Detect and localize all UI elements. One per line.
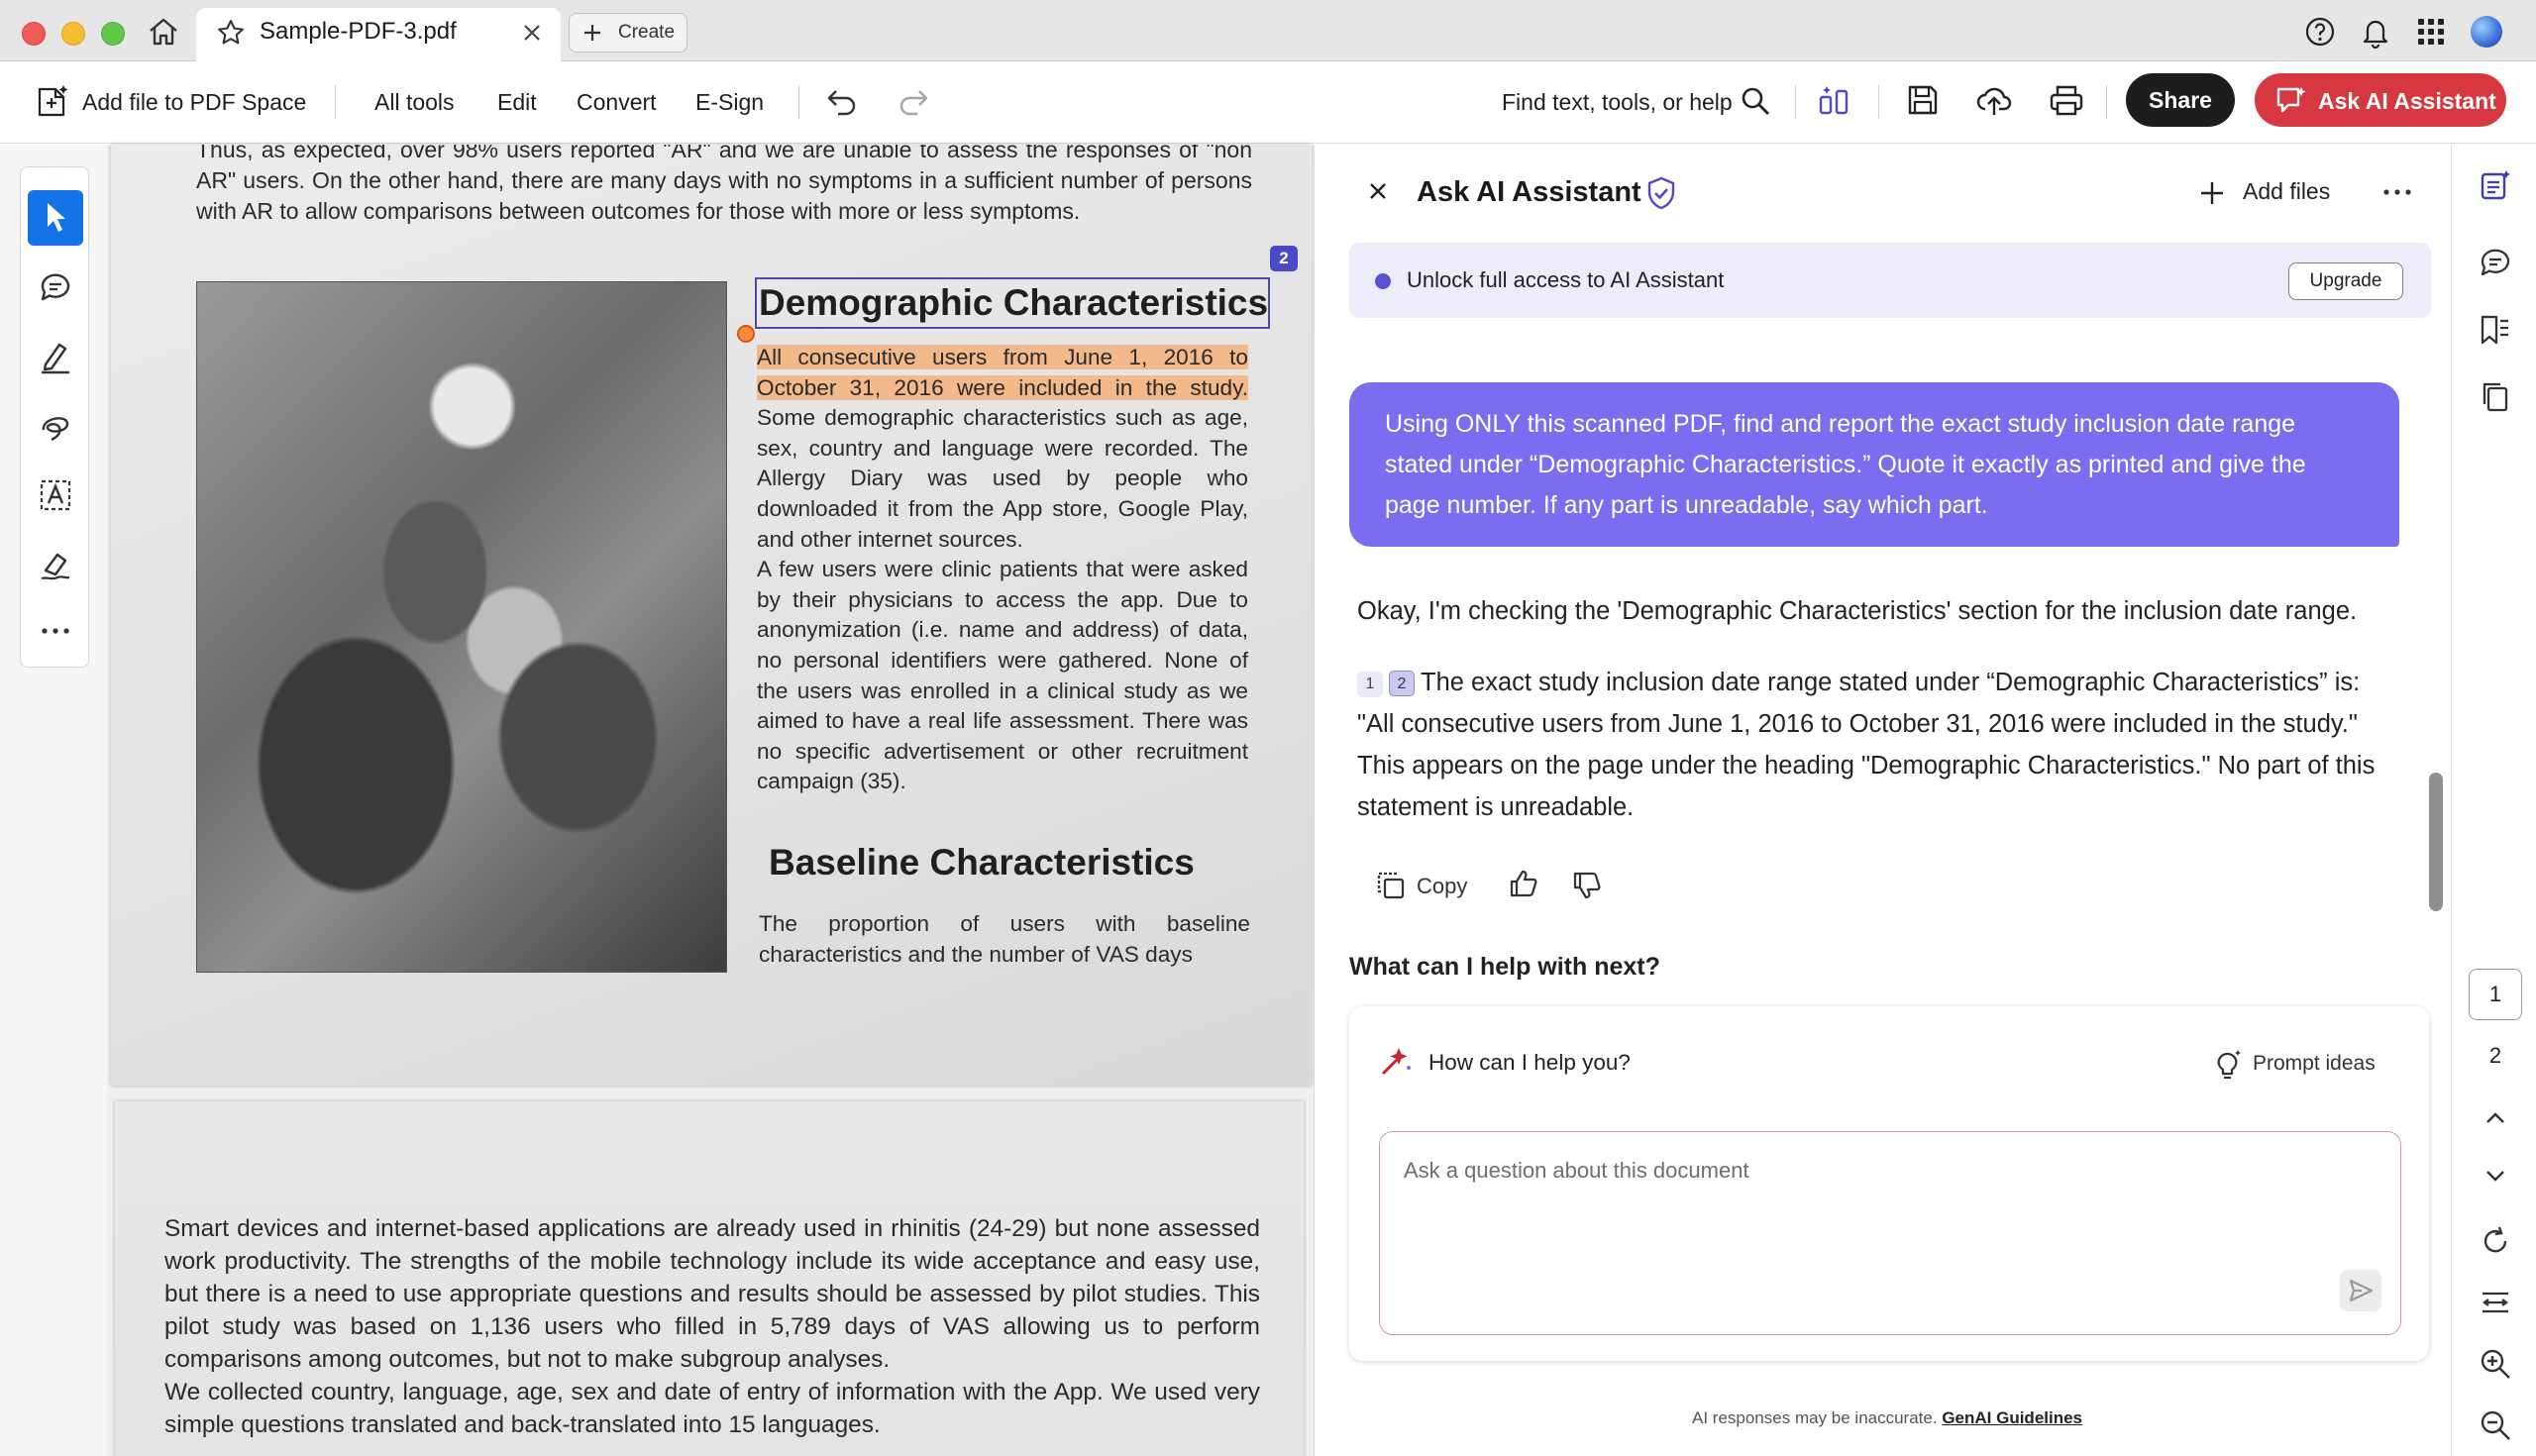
- toolbar-divider: [798, 85, 799, 119]
- page-number-current[interactable]: 1: [2469, 969, 2522, 1020]
- toolbar-divider: [1795, 85, 1796, 119]
- help-next-heading: What can I help with next?: [1349, 953, 1660, 981]
- heading-demographic-characteristics[interactable]: Demographic Characteristics: [755, 277, 1270, 329]
- highlighted-inclusion-sentence[interactable]: All consecutive users from June 1, 2016 …: [757, 345, 1248, 400]
- all-tools-menu[interactable]: All tools: [374, 89, 455, 116]
- comment-icon[interactable]: [38, 269, 73, 305]
- how-can-i-help-label: How can I help you?: [1428, 1050, 1631, 1075]
- print-icon[interactable]: [2049, 83, 2084, 117]
- citation-badge[interactable]: 2: [1270, 246, 1298, 271]
- convert-menu[interactable]: Convert: [577, 89, 657, 116]
- citation-2[interactable]: 2: [1389, 671, 1415, 696]
- compare-ai-icon[interactable]: [1817, 83, 1852, 119]
- cursor-icon: [48, 203, 65, 232]
- edit-menu[interactable]: Edit: [497, 89, 537, 116]
- save-icon[interactable]: [1906, 83, 1940, 117]
- page-number-total: 2: [2488, 1043, 2502, 1068]
- shield-check-icon[interactable]: [1646, 176, 1676, 210]
- highlight-pen-icon[interactable]: [38, 339, 73, 374]
- prompt-ideas-button[interactable]: Prompt ideas: [2253, 1052, 2376, 1076]
- avatar[interactable]: [2471, 16, 2502, 48]
- draw-freehand-icon[interactable]: [38, 408, 73, 444]
- ai-response-body: 1 2 The exact study inclusion date range s…: [1357, 662, 2393, 828]
- pages-thumbnails-icon[interactable]: [2479, 380, 2512, 414]
- home-icon[interactable]: [147, 16, 180, 48]
- ask-ai-assistant-label: Ask AI Assistant: [2318, 88, 2496, 114]
- help-icon[interactable]: [2304, 16, 2336, 48]
- ai-response-intro: Okay, I'm checking the 'Demographic Char…: [1357, 597, 2358, 625]
- ai-panel-title: Ask AI Assistant: [1417, 176, 1641, 208]
- search-icon[interactable]: [1740, 85, 1771, 117]
- close-tab-icon[interactable]: [521, 22, 543, 44]
- add-files-button[interactable]: Add files: [2243, 178, 2330, 205]
- redo-icon[interactable]: [896, 85, 931, 117]
- toolbar-divider: [2106, 85, 2107, 119]
- sign-icon[interactable]: [38, 547, 73, 582]
- ai-summary-icon[interactable]: [2479, 168, 2512, 202]
- apps-grid-icon[interactable]: [2417, 18, 2445, 46]
- add-file-icon: [38, 85, 68, 117]
- thumbs-up-icon[interactable]: [1508, 868, 1539, 899]
- banner-dot-icon: [1375, 273, 1391, 289]
- genai-guidelines-link[interactable]: GenAI Guidelines: [1942, 1408, 2082, 1427]
- chat-scrollbar-thumb[interactable]: [2429, 773, 2443, 911]
- share-button[interactable]: Share: [2126, 73, 2235, 127]
- baseline-paragraph: The proportion of users with baseline ch…: [759, 911, 1250, 967]
- minimize-window-button[interactable]: [61, 22, 85, 46]
- more-tools-icon[interactable]: [38, 616, 73, 646]
- disclaimer-text: AI responses may be inaccurate.: [1692, 1408, 1938, 1427]
- fit-page-icon[interactable]: [2479, 1286, 2512, 1319]
- demographic-text-2: A few users were clinic patients that we…: [757, 557, 1248, 794]
- more-options-icon[interactable]: [2381, 182, 2413, 202]
- banner-text: Unlock full access to AI Assistant: [1407, 267, 1725, 292]
- toolbar-divider: [335, 85, 336, 119]
- create-label: Create: [618, 22, 676, 43]
- document-paragraph-top: Thus, as expected, over 98% users report…: [196, 137, 1252, 224]
- demographic-paragraph: All consecutive users from June 1, 2016 …: [757, 343, 1248, 797]
- copy-button[interactable]: Copy: [1417, 874, 1467, 899]
- tab-title: Sample-PDF-3.pdf: [260, 18, 457, 45]
- copy-icon[interactable]: [1375, 870, 1407, 901]
- maximize-window-button[interactable]: [101, 22, 125, 46]
- undo-icon[interactable]: [824, 85, 860, 117]
- text-box-icon[interactable]: [38, 477, 73, 513]
- search-button[interactable]: Find text, tools, or help: [1502, 89, 1733, 116]
- document-paragraph-bottom: Smart devices and internet-based applica…: [164, 1212, 1260, 1441]
- bell-icon[interactable]: [2360, 15, 2391, 49]
- citation-1[interactable]: 1: [1357, 672, 1383, 697]
- bookmarks-icon[interactable]: [2479, 313, 2512, 347]
- upgrade-button[interactable]: Upgrade: [2288, 262, 2403, 300]
- star-icon[interactable]: [216, 18, 246, 48]
- ai-response-text: The exact study inclusion date range sta…: [1357, 669, 2376, 821]
- chevron-up-icon[interactable]: [2479, 1101, 2512, 1135]
- close-panel-icon[interactable]: [1367, 180, 1389, 202]
- document-photo: [196, 281, 727, 973]
- disclaimer: AI responses may be inaccurate. GenAI Gu…: [1692, 1408, 2082, 1428]
- selection-handle[interactable]: [737, 325, 755, 343]
- user-message-text: Using ONLY this scanned PDF, find and re…: [1385, 410, 2306, 519]
- esign-menu[interactable]: E-Sign: [695, 89, 764, 116]
- plus-icon: [584, 25, 600, 41]
- sparkle-wand-icon: [1381, 1048, 1411, 1076]
- add-file-to-pdf-space-button[interactable]: Add file to PDF Space: [82, 89, 306, 116]
- demographic-text: Some demographic characteristics such as…: [757, 405, 1248, 552]
- chevron-down-icon[interactable]: [2479, 1159, 2512, 1193]
- comments-panel-icon[interactable]: [2479, 246, 2512, 279]
- zoom-in-icon[interactable]: [2479, 1347, 2512, 1381]
- ai-chat-icon: [2276, 87, 2306, 113]
- thumbs-down-icon[interactable]: [1571, 870, 1603, 901]
- rotate-icon[interactable]: [2479, 1224, 2512, 1258]
- lightbulb-icon[interactable]: [2213, 1048, 2243, 1080]
- bottom-paragraph-1: Smart devices and internet-based applica…: [164, 1215, 1260, 1373]
- bottom-paragraph-2: We collected country, language, age, sex…: [164, 1379, 1260, 1438]
- toolbar-divider: [1878, 85, 1879, 119]
- cloud-upload-icon[interactable]: [1975, 83, 2013, 117]
- ask-question-input[interactable]: [1379, 1131, 2401, 1335]
- add-files-icon: [2201, 182, 2223, 204]
- close-window-button[interactable]: [22, 22, 46, 46]
- heading-baseline-characteristics: Baseline Characteristics: [769, 842, 1195, 883]
- zoom-out-icon[interactable]: [2479, 1408, 2512, 1442]
- send-icon: [2349, 1279, 2374, 1302]
